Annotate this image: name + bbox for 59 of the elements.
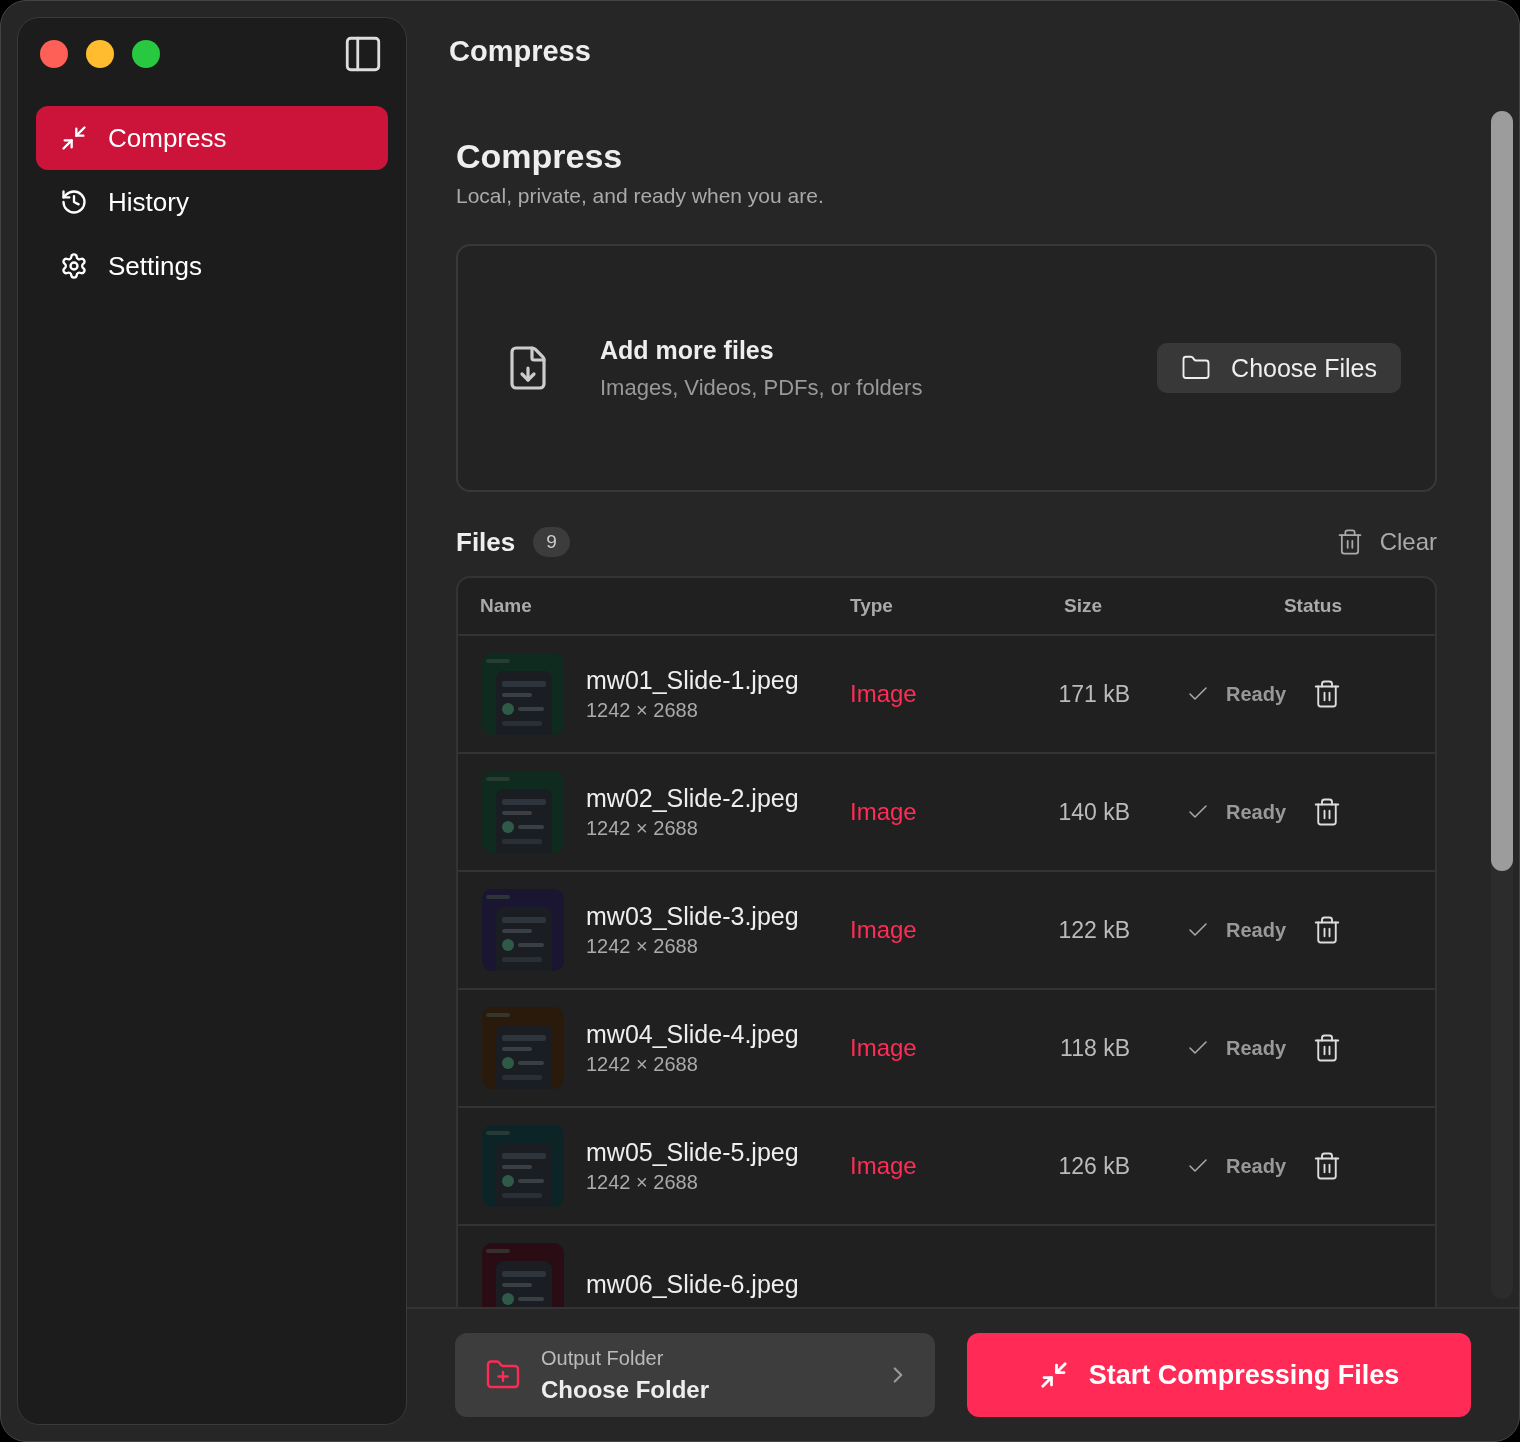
file-dimensions: 1242 × 2688 [586, 699, 699, 722]
file-type: Image [850, 680, 918, 708]
file-count: 9 [533, 527, 570, 557]
file-status: Ready [1225, 800, 1286, 824]
window-title: Compress [448, 34, 592, 69]
file-dimensions: 1242 × 2688 [586, 935, 699, 958]
file-name: mw01_Slide-1.jpeg [586, 666, 799, 695]
file-name: mw05_Slide-5.jpeg [586, 1138, 799, 1167]
file-size: 171 kB [1057, 680, 1130, 708]
delete-icon[interactable] [1312, 1151, 1342, 1181]
file-size: 126 kB [1057, 1152, 1130, 1180]
compress-icon [1038, 1360, 1069, 1390]
file-type: Image [850, 1152, 918, 1180]
file-type: Image [850, 798, 918, 826]
file-status: Ready [1225, 918, 1286, 942]
page-subtitle: Local, private, and ready when you are. [456, 184, 825, 208]
file-name: mw04_Slide-4.jpeg [586, 1020, 799, 1049]
file-name: mw03_Slide-3.jpeg [586, 902, 799, 931]
history-icon [60, 188, 88, 216]
column-header: Size [1062, 595, 1103, 617]
minimize-button[interactable] [86, 40, 114, 68]
file-type: Image [850, 1034, 918, 1062]
page-title: Compress [456, 137, 624, 176]
settings-icon [60, 252, 88, 280]
column-header: Type [850, 595, 894, 617]
drop-zone-subtitle: Images, Videos, PDFs, or folders [600, 374, 923, 401]
compress-icon [60, 124, 88, 152]
sidebar-item[interactable]: History [36, 170, 388, 234]
sidebar-item[interactable]: Compress [36, 106, 388, 170]
file-name: mw06_Slide-6.jpeg [586, 1269, 799, 1299]
scrollbar-thumb[interactable] [1491, 111, 1513, 871]
file-size: 140 kB [1057, 798, 1130, 826]
drop-zone-title: Add more files [600, 335, 775, 365]
files-heading: Files [456, 526, 516, 558]
delete-icon[interactable] [1312, 679, 1342, 709]
column-header: Name [480, 595, 533, 617]
file-name: mw02_Slide-2.jpeg [586, 784, 799, 813]
file-type: Image [850, 916, 918, 944]
delete-icon[interactable] [1312, 797, 1342, 827]
file-status: Ready [1225, 682, 1286, 706]
close-button[interactable] [40, 40, 68, 68]
zoom-button[interactable] [132, 40, 160, 68]
file-dimensions: 1242 × 2688 [586, 817, 699, 840]
delete-icon[interactable] [1312, 915, 1342, 945]
output-folder-button[interactable]: Output Folder Choose Folder [455, 1333, 935, 1417]
delete-icon[interactable] [1312, 1033, 1342, 1063]
file-status: Ready [1225, 1036, 1286, 1060]
file-size: 118 kB [1059, 1034, 1130, 1062]
column-header: Status [1282, 595, 1343, 617]
choose-files-button[interactable]: Choose Files [1157, 343, 1401, 393]
sidebar-item[interactable]: Settings [36, 234, 388, 298]
drop-zone[interactable]: Add more files Images, Videos, PDFs, or folders Choose Files [456, 244, 1437, 492]
file-status: Ready [1225, 1154, 1286, 1178]
start-compressing-button[interactable]: Start Compressing Files [967, 1333, 1471, 1417]
file-size: 122 kB [1057, 916, 1130, 944]
scrollbar[interactable] [1491, 111, 1513, 1299]
file-dimensions: 1242 × 2688 [586, 1053, 699, 1076]
clear-button[interactable]: Clear [1335, 528, 1437, 556]
file-dimensions: 1242 × 2688 [586, 1171, 699, 1194]
